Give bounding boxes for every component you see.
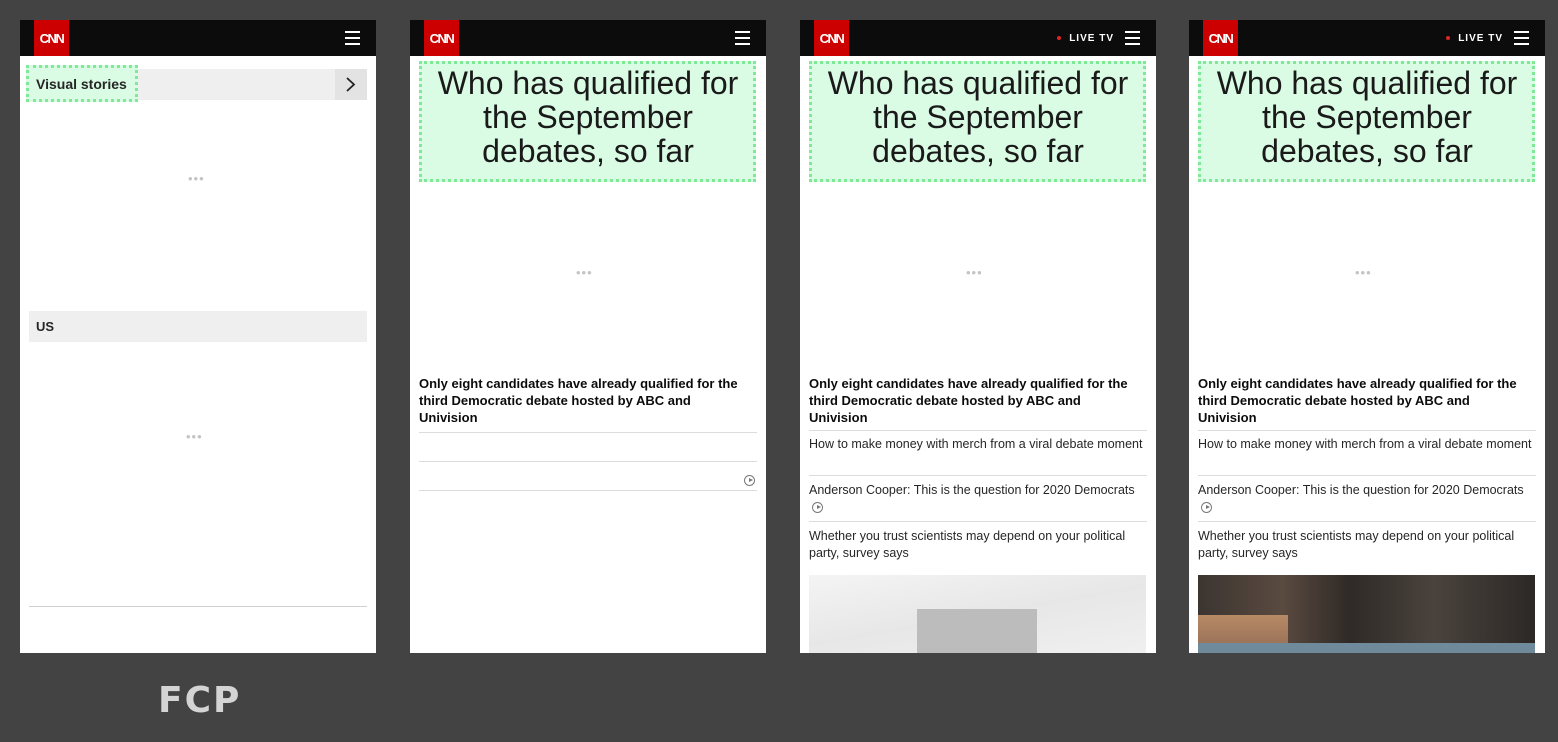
article-photo[interactable] [1198, 575, 1535, 653]
article-lede[interactable]: Only eight candidates have already quali… [419, 375, 749, 426]
live-tv-link[interactable]: LIVE TV [1057, 20, 1114, 56]
loading-indicator: ••• [186, 429, 203, 444]
chevron-right-icon [346, 77, 356, 92]
divider [1198, 521, 1536, 522]
live-tv-label: LIVE TV [1069, 32, 1114, 44]
related-link[interactable]: How to make money with merch from a vira… [1198, 436, 1534, 453]
menu-icon[interactable] [735, 31, 750, 45]
divider [29, 606, 367, 607]
divider [419, 490, 757, 491]
top-bar: CNN LIVE TV [1189, 20, 1545, 56]
article-image-placeholder[interactable] [809, 575, 1146, 653]
related-link[interactable]: Whether you trust scientists may depend … [809, 528, 1145, 561]
top-bar: CNN [20, 20, 376, 56]
divider [1198, 430, 1536, 431]
image-graphic [917, 609, 1037, 653]
divider [419, 432, 757, 433]
cnn-logo[interactable]: CNN [34, 20, 69, 56]
menu-icon[interactable] [345, 31, 360, 45]
cnn-logo[interactable]: CNN [1203, 20, 1238, 56]
divider [809, 475, 1147, 476]
divider [419, 461, 757, 462]
photo-detail [1198, 643, 1535, 653]
divider [809, 430, 1147, 431]
section-title: US [36, 319, 55, 334]
loading-indicator: ••• [1355, 265, 1372, 280]
related-link[interactable]: Anderson Cooper: This is the question fo… [809, 482, 1145, 515]
loading-indicator: ••• [576, 265, 593, 280]
related-link[interactable]: Whether you trust scientists may depend … [1198, 528, 1534, 561]
fcp-label: FCP [158, 680, 242, 721]
menu-icon[interactable] [1514, 31, 1529, 45]
filmstrip-frame-2: CNN Who has qualified for the September … [410, 20, 766, 653]
filmstrip-frame-4: CNN LIVE TV Who has qualified for the Se… [1189, 20, 1545, 653]
play-icon [744, 475, 755, 486]
chevron-right-button[interactable] [335, 69, 367, 100]
loading-indicator: ••• [188, 171, 205, 186]
live-dot-icon [1057, 36, 1062, 40]
section-title: Visual stories [36, 76, 127, 92]
article-headline: Who has qualified for the September deba… [827, 65, 1129, 169]
loading-indicator: ••• [966, 265, 983, 280]
filmstrip-frame-1: CNN Visual stories ••• US ••• [20, 20, 376, 653]
related-link[interactable]: Anderson Cooper: This is the question fo… [1198, 482, 1534, 515]
top-bar: CNN LIVE TV [800, 20, 1156, 56]
live-tv-link[interactable]: LIVE TV [1446, 20, 1503, 56]
article-headline: Who has qualified for the September deba… [1216, 65, 1518, 169]
play-icon [812, 501, 823, 513]
related-link[interactable]: How to make money with merch from a vira… [809, 436, 1145, 453]
article-lede[interactable]: Only eight candidates have already quali… [809, 375, 1139, 426]
divider [809, 521, 1147, 522]
top-bar: CNN [410, 20, 766, 56]
play-icon [1201, 501, 1212, 513]
menu-icon[interactable] [1125, 31, 1140, 45]
cnn-logo[interactable]: CNN [814, 20, 849, 56]
related-link-text: Anderson Cooper: This is the question fo… [809, 483, 1135, 497]
article-headline: Who has qualified for the September deba… [437, 65, 739, 169]
article-lede[interactable]: Only eight candidates have already quali… [1198, 375, 1528, 426]
filmstrip-frame-3: CNN LIVE TV Who has qualified for the Se… [800, 20, 1156, 653]
cnn-logo[interactable]: CNN [424, 20, 459, 56]
us-section-bar[interactable] [29, 311, 367, 342]
live-tv-label: LIVE TV [1458, 32, 1503, 44]
divider [1198, 475, 1536, 476]
play-button[interactable] [741, 471, 755, 489]
live-dot-icon [1446, 36, 1451, 40]
related-link-text: Anderson Cooper: This is the question fo… [1198, 483, 1524, 497]
